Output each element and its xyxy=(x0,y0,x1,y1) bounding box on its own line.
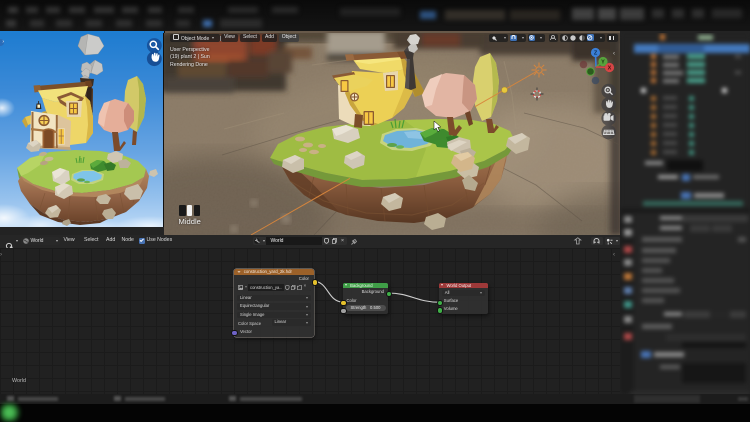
svg-text:Y: Y xyxy=(601,60,605,66)
svg-text:‹: ‹ xyxy=(613,51,615,57)
svg-text:X: X xyxy=(608,66,612,72)
